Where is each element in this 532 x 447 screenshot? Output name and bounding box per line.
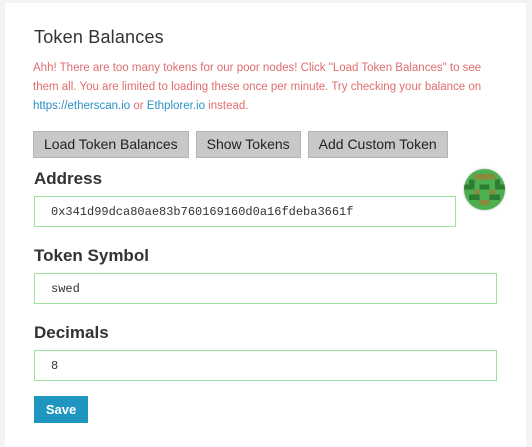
address-identicon-icon: [464, 169, 505, 210]
address-field[interactable]: [34, 196, 456, 227]
etherscan-link[interactable]: https://etherscan.io: [33, 100, 130, 112]
ethplorer-link[interactable]: Ethplorer.io: [147, 100, 205, 112]
decimals-field[interactable]: [34, 350, 497, 381]
token-balances-panel: Token Balances Ahh! There are too many t…: [5, 3, 526, 447]
load-token-balances-button[interactable]: Load Token Balances: [33, 131, 189, 158]
warning-text: Ahh! There are too many tokens for our p…: [33, 62, 482, 93]
token-symbol-field[interactable]: [34, 273, 497, 304]
instead-text: instead.: [204, 100, 249, 112]
section-title: Token Balances: [34, 27, 164, 47]
or-text: or: [130, 100, 147, 112]
address-label: Address: [34, 169, 103, 188]
rate-limit-warning: Ahh! There are too many tokens for our p…: [33, 59, 503, 116]
token-action-buttons: Load Token Balances Show Tokens Add Cust…: [33, 131, 448, 158]
show-tokens-button[interactable]: Show Tokens: [195, 131, 301, 158]
token-symbol-label: Token Symbol: [34, 246, 149, 265]
save-button[interactable]: Save: [34, 396, 88, 423]
decimals-label: Decimals: [34, 323, 109, 342]
add-custom-token-button[interactable]: Add Custom Token: [307, 131, 448, 158]
